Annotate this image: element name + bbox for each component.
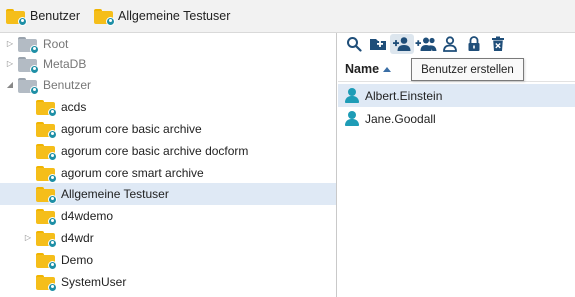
tree-node-label: Allgemeine Testuser	[61, 187, 169, 201]
tree-node-allgemeine-testuser[interactable]: Allgemeine Testuser	[0, 183, 336, 205]
expand-arrow-icon[interactable]: ▷	[6, 59, 14, 69]
tooltip: Benutzer erstellen	[411, 58, 524, 81]
lock-icon	[468, 36, 480, 51]
expand-arrow-icon[interactable]: ▷	[6, 39, 14, 49]
tree-node-label: MetaDB	[43, 57, 87, 71]
tree-node-acds[interactable]: acds	[0, 96, 336, 118]
list-item-label: Albert.Einstein	[365, 88, 443, 103]
add-group-button[interactable]	[414, 34, 438, 54]
tree-node-label: Benutzer	[43, 78, 92, 92]
search-icon	[347, 37, 362, 52]
breadcrumb: Benutzer Allgemeine Testuser	[0, 0, 575, 33]
tree-node-d4wdr[interactable]: ▷ d4wdr	[0, 227, 336, 249]
breadcrumb-label: Allgemeine Testuser	[118, 9, 231, 23]
user-folder-icon	[6, 8, 27, 26]
tree-node-metadb[interactable]: ▷ MetaDB	[0, 53, 336, 75]
lock-button[interactable]	[462, 34, 486, 54]
new-folder-icon	[370, 39, 386, 50]
user-icon	[443, 36, 457, 52]
tree-node-label: Root	[43, 37, 69, 51]
new-folder-button[interactable]	[366, 34, 390, 54]
tree-node-label: acds	[61, 100, 87, 114]
tree-node-label: agorum core smart archive	[61, 166, 204, 180]
tree-node-label: SystemUser	[61, 275, 127, 289]
tree-node-label: d4wdemo	[61, 209, 114, 223]
user-icon	[345, 88, 359, 103]
add-user-button[interactable]	[390, 34, 414, 54]
tree-node-d4wdemo[interactable]: d4wdemo	[0, 205, 336, 227]
gray-folder-icon	[18, 77, 39, 95]
user-folder-icon	[36, 165, 57, 183]
tree-node-label: d4wdr	[61, 231, 94, 245]
tree-node-label: agorum core basic archive docform	[61, 144, 249, 158]
folder-tree: ▷ Root ▷ MetaDB ◢ Benutzer acds agorum c…	[0, 33, 337, 297]
user-folder-icon	[36, 230, 57, 248]
tree-node-benutzer[interactable]: ◢ Benutzer	[0, 74, 336, 96]
tree-node-agorum-core-basic-archive[interactable]: agorum core basic archive	[0, 118, 336, 140]
tree-node-agorum-core-smart-archive[interactable]: agorum core smart archive	[0, 162, 336, 184]
gray-folder-icon	[18, 56, 39, 74]
gray-folder-icon	[18, 36, 39, 54]
user-folder-icon	[36, 208, 57, 226]
list-item[interactable]: Jane.Goodall	[338, 107, 575, 130]
user-folder-icon	[36, 121, 57, 139]
list-item-label: Jane.Goodall	[365, 111, 436, 126]
user-folder-icon	[36, 274, 57, 292]
add-user-icon	[393, 37, 411, 51]
sort-ascending-icon	[383, 66, 392, 72]
user-folder-icon	[36, 143, 57, 161]
add-group-icon	[415, 37, 437, 51]
user-folder-icon	[94, 8, 116, 26]
user-folder-icon	[36, 186, 57, 204]
breadcrumb-label: Benutzer	[30, 9, 81, 23]
tree-node-root[interactable]: ▷ Root	[0, 33, 336, 55]
list-item[interactable]: Albert.Einstein	[338, 84, 575, 107]
user-folder-icon	[36, 252, 57, 270]
search-button[interactable]	[342, 34, 366, 54]
user-properties-button[interactable]	[438, 34, 462, 54]
tree-node-systemuser[interactable]: SystemUser	[0, 271, 336, 293]
column-header-label: Name	[345, 62, 380, 76]
delete-button[interactable]	[486, 34, 510, 54]
expand-arrow-icon[interactable]: ▷	[24, 233, 32, 243]
toolbar	[338, 33, 575, 55]
breadcrumb-item-benutzer[interactable]: Benutzer	[6, 8, 81, 26]
tree-node-demo[interactable]: Demo	[0, 249, 336, 271]
user-icon	[345, 111, 359, 126]
user-folder-icon	[36, 99, 57, 117]
delete-icon	[492, 36, 504, 51]
breadcrumb-item-allgemeine-testuser[interactable]: Allgemeine Testuser	[94, 8, 231, 26]
tree-node-label: Demo	[61, 253, 94, 267]
collapse-arrow-icon[interactable]: ◢	[6, 80, 14, 90]
tree-node-agorum-core-basic-archive-docform[interactable]: agorum core basic archive docform	[0, 140, 336, 162]
tree-node-label: agorum core basic archive	[61, 122, 202, 136]
